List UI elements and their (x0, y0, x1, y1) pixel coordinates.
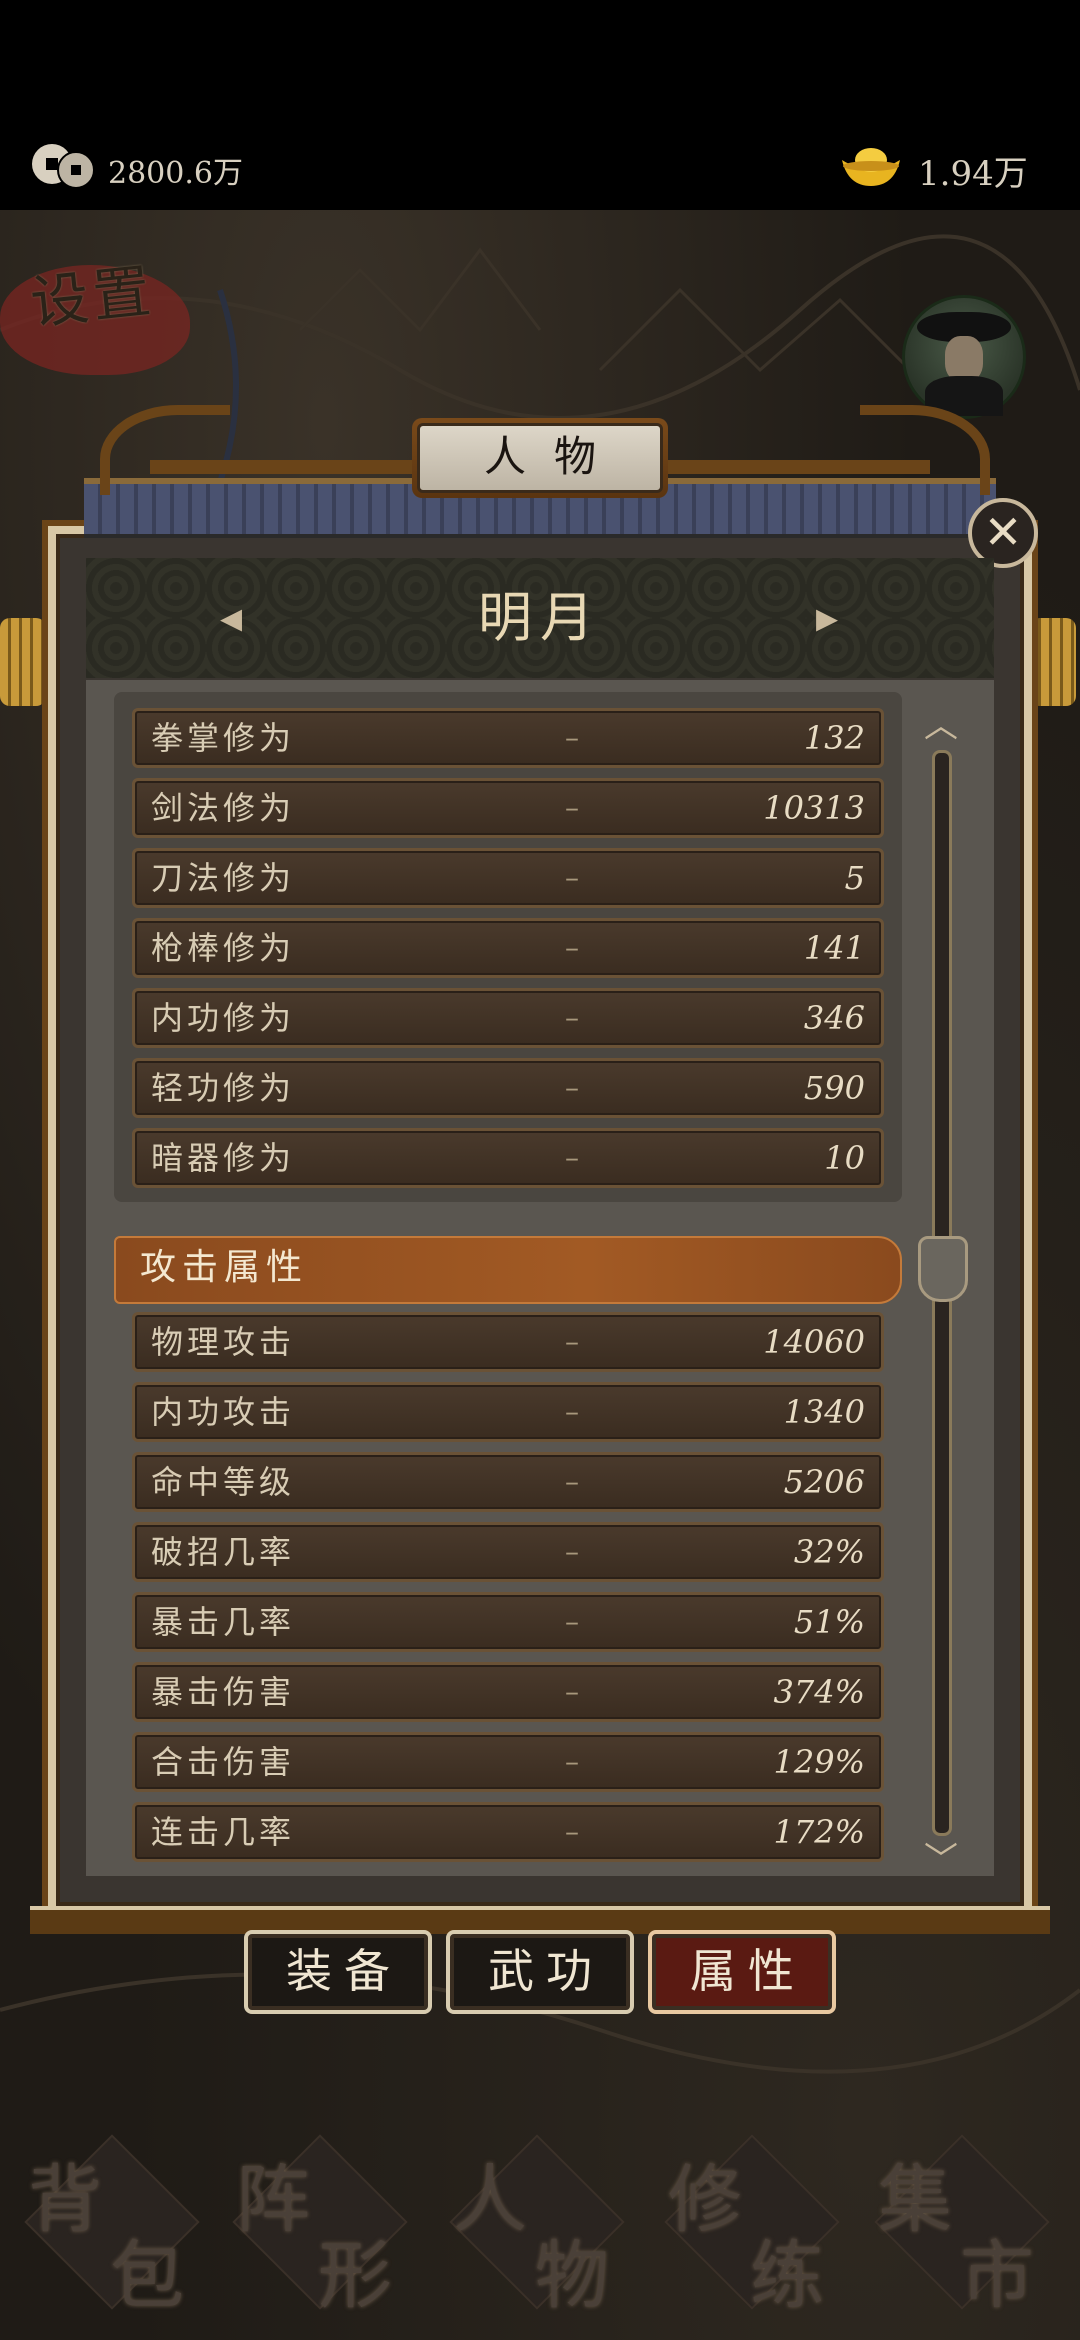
nav-label-char: 背 (28, 2157, 102, 2243)
nav-label-char: 阵 (236, 2157, 310, 2243)
stat-row: 命中等级 – 5206 (132, 1452, 884, 1512)
stat-separator: – (565, 1745, 579, 1778)
stat-separator: – (565, 1395, 579, 1428)
stat-separator: – (565, 1815, 579, 1848)
stat-separator: – (565, 1465, 579, 1498)
stat-label: 连击几率 (151, 1813, 296, 1851)
coin-count: 2800.6万 (108, 156, 243, 191)
gold-ingot-icon (842, 148, 900, 186)
coin-icon (32, 144, 95, 189)
stat-separator: – (565, 1535, 579, 1568)
stat-separator: – (565, 931, 579, 964)
stat-value: 132 (803, 719, 865, 757)
status-bar: 2800.6万 1.94万 (0, 0, 1080, 210)
hero-avatar-icon[interactable] (902, 295, 1026, 419)
stat-row: 枪棒修为 – 141 (132, 918, 884, 978)
attack-section-header: 攻击属性 (114, 1236, 902, 1304)
bottom-navigation: 背 包 阵 形 人 物 修 练 集 市 (0, 2100, 1080, 2340)
scroll-up-icon[interactable]: ︿ (924, 698, 958, 747)
stat-value: 51% (793, 1603, 865, 1641)
stat-row: 剑法修为 – 10313 (132, 778, 884, 838)
scrollbar-thumb[interactable] (918, 1236, 968, 1302)
stat-row: 破招几率 – 32% (132, 1522, 884, 1582)
ingot-count: 1.94万 (918, 154, 1028, 194)
stat-value: 129% (773, 1743, 865, 1781)
stat-separator: – (565, 1071, 579, 1104)
nav-label-char: 人 (453, 2157, 527, 2243)
lantern-left-decoration (0, 618, 46, 706)
stat-row: 内功攻击 – 1340 (132, 1382, 884, 1442)
stat-row: 暴击伤害 – 374% (132, 1662, 884, 1722)
nav-label-char: 物 (535, 2233, 609, 2319)
stat-row: 内功修为 – 346 (132, 988, 884, 1048)
stat-separator: – (565, 861, 579, 894)
stat-label: 刀法修为 (151, 859, 296, 897)
stat-label: 轻功修为 (151, 1069, 296, 1107)
stat-separator: – (565, 791, 579, 824)
stat-value: 32% (793, 1533, 865, 1571)
stat-row: 暗器修为 – 10 (132, 1128, 884, 1188)
stat-label: 拳掌修为 (151, 719, 296, 757)
stat-row: 物理攻击 – 14060 (132, 1312, 884, 1372)
nav-item-backpack[interactable]: 背 包 (20, 2120, 210, 2320)
stat-row: 轻功修为 – 590 (132, 1058, 884, 1118)
stat-row: 刀法修为 – 5 (132, 848, 884, 908)
close-icon: ✕ (983, 505, 1023, 559)
stat-value: 1340 (783, 1393, 865, 1431)
tab-attributes[interactable]: 属性 (648, 1930, 836, 2014)
stat-label: 暗器修为 (151, 1139, 296, 1177)
character-name-band: 明月 ◂ ▸ (86, 558, 994, 678)
stat-value: 14060 (763, 1323, 865, 1361)
stat-value: 590 (803, 1069, 865, 1107)
panel-title-plaque: 人物 (412, 418, 668, 498)
nav-label-char: 修 (668, 2157, 742, 2243)
stat-separator: – (565, 1141, 579, 1174)
stat-label: 物理攻击 (151, 1323, 296, 1361)
nav-item-training[interactable]: 修 练 (660, 2120, 850, 2320)
stat-row: 连击几率 – 172% (132, 1802, 884, 1862)
stat-value: 172% (773, 1813, 865, 1851)
stat-label: 合击伤害 (151, 1743, 296, 1781)
stat-label: 暴击几率 (151, 1603, 296, 1641)
stat-separator: – (565, 1605, 579, 1638)
stat-value: 10313 (763, 789, 865, 827)
stat-label: 命中等级 (151, 1463, 296, 1501)
stat-separator: – (565, 1001, 579, 1034)
stat-label: 破招几率 (151, 1533, 296, 1571)
nav-label-char: 集 (878, 2157, 952, 2243)
section-title: 攻击属性 (140, 1247, 309, 1288)
tab-equipment[interactable]: 装备 (244, 1930, 432, 2014)
stat-separator: – (565, 1675, 579, 1708)
stat-row: 暴击几率 – 51% (132, 1592, 884, 1652)
tab-martial-arts[interactable]: 武功 (446, 1930, 634, 2014)
stat-value: 374% (773, 1673, 865, 1711)
nav-item-formation[interactable]: 阵 形 (228, 2120, 418, 2320)
stat-row: 拳掌修为 – 132 (132, 708, 884, 768)
stat-label: 枪棒修为 (151, 929, 296, 967)
stat-value: 5 (844, 859, 865, 897)
stat-label: 内功攻击 (151, 1393, 296, 1431)
stat-label: 暴击伤害 (151, 1673, 296, 1711)
stat-value: 5206 (783, 1463, 865, 1501)
stat-value: 141 (803, 929, 865, 967)
stat-value: 10 (824, 1139, 865, 1177)
settings-button[interactable]: 设置 (26, 244, 158, 341)
nav-label-char: 市 (960, 2233, 1034, 2319)
nav-label-char: 形 (318, 2233, 392, 2319)
nav-label-char: 练 (750, 2233, 824, 2319)
attribute-list[interactable]: 拳掌修为 – 132 剑法修为 – 10313 刀法修为 – 5 枪棒修为 – … (86, 680, 994, 1876)
panel-title: 人物 (417, 423, 663, 493)
stat-separator: – (565, 721, 579, 754)
nav-label-char: 包 (110, 2233, 184, 2319)
prev-character-arrow-icon[interactable]: ◂ (220, 596, 242, 640)
stat-separator: – (565, 1325, 579, 1358)
scroll-down-icon[interactable]: ﹀ (924, 1832, 958, 1876)
stat-value: 346 (803, 999, 865, 1037)
stat-label: 剑法修为 (151, 789, 296, 827)
nav-item-market[interactable]: 集 市 (870, 2120, 1060, 2320)
nav-item-character[interactable]: 人 物 (445, 2120, 635, 2320)
next-character-arrow-icon[interactable]: ▸ (816, 596, 838, 640)
stat-label: 内功修为 (151, 999, 296, 1037)
stat-row: 合击伤害 – 129% (132, 1732, 884, 1792)
